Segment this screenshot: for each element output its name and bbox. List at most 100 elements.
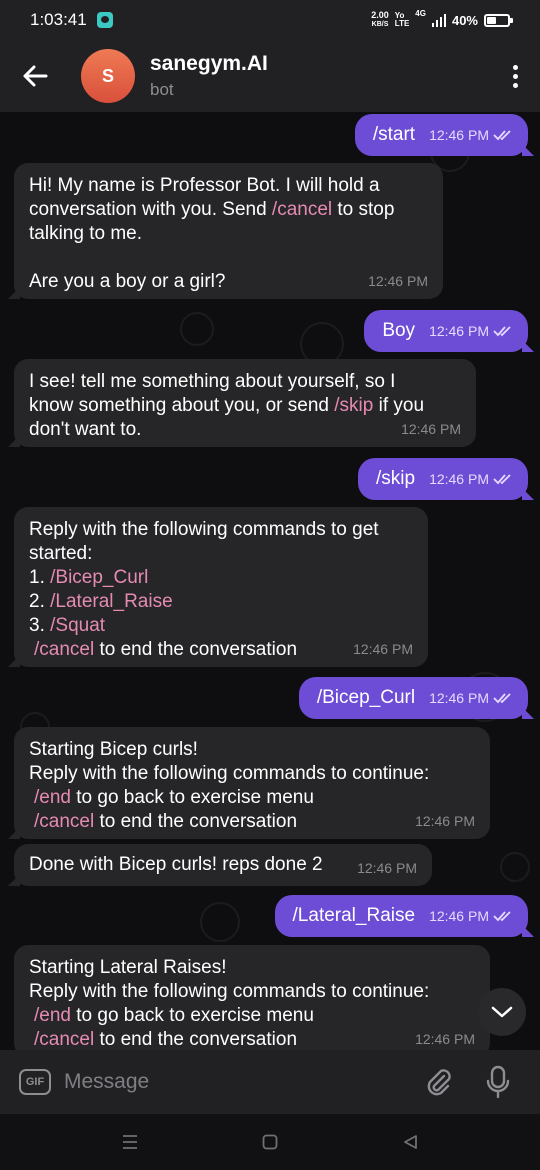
wallpaper-doodle (180, 312, 214, 346)
status-bar: 1:03:41 2.00 KB/S Yo LTE 4G 40% (0, 0, 540, 40)
battery-icon (484, 13, 513, 27)
system-nav-bar (0, 1114, 540, 1170)
volte-icon: Yo LTE (394, 11, 410, 28)
message-time: 12:46 PM (429, 127, 489, 143)
message-time: 12:46 PM (429, 690, 489, 706)
message-text: don't want to. (29, 419, 142, 440)
message-text: Reply with the following commands to con… (29, 981, 430, 1002)
message-text: Reply with the following commands to get (29, 519, 379, 540)
outgoing-message[interactable]: /Lateral_Raise 12:46 PM (274, 895, 528, 937)
outgoing-message[interactable]: /Bicep_Curl 12:46 PM (298, 677, 528, 719)
scroll-down-button[interactable] (478, 988, 526, 1036)
more-vertical-icon (512, 64, 518, 70)
message-text: Starting Lateral Raises! (29, 957, 227, 978)
message-text: Reply with the following commands to con… (29, 763, 430, 784)
command-link[interactable]: /cancel (272, 199, 332, 220)
command-link[interactable]: /Bicep_Curl (50, 567, 148, 588)
message-time: 12:46 PM (429, 471, 489, 487)
home-button[interactable] (250, 1122, 290, 1162)
message-text: to end the conversation (94, 811, 298, 832)
message-time: 12:46 PM (415, 1031, 475, 1047)
message-text: to go back to exercise menu (70, 787, 314, 808)
message-text: conversation with you. Send (29, 199, 272, 220)
list-number: 3. (29, 615, 51, 636)
notification-app-icon (96, 12, 113, 28)
outgoing-message[interactable]: Boy 12:46 PM (364, 310, 528, 352)
message-time: 12:46 PM (357, 860, 417, 876)
paperclip-icon (427, 1069, 451, 1096)
message-text: Starting Bicep curls! (29, 739, 198, 760)
message-text: /skip (375, 468, 416, 489)
back-button[interactable] (0, 40, 70, 112)
message-text: started: (29, 543, 93, 564)
avatar-letter: S (101, 65, 114, 86)
message-input-bar: GIF (0, 1050, 540, 1114)
message-text: /Bicep_Curl (316, 687, 416, 708)
network-speed-unit: KB/S (371, 21, 389, 28)
message-meta: 12:46 PM (429, 686, 513, 710)
command-link[interactable]: /Lateral_Raise (50, 591, 173, 612)
double-check-icon (493, 130, 511, 141)
voice-record-button[interactable] (478, 1059, 518, 1105)
more-options-button[interactable] (490, 40, 540, 112)
outgoing-message[interactable]: /start 12:46 PM (354, 114, 528, 156)
message-text: if you (373, 395, 425, 416)
list-number: 2. (29, 591, 51, 612)
status-time: 1:03:41 (30, 10, 87, 29)
message-text: to go back to exercise menu (70, 1005, 314, 1026)
command-link[interactable]: /cancel (34, 811, 94, 832)
command-link[interactable]: /cancel (34, 639, 94, 660)
chat-area[interactable]: /start 12:46 PM Hi! My name is Professor… (0, 112, 540, 1050)
message-meta: 12:46 PM (429, 467, 513, 491)
message-time: 12:46 PM (401, 421, 461, 437)
recents-icon (123, 1135, 137, 1149)
message-time: 12:46 PM (429, 908, 489, 924)
double-check-icon (493, 326, 511, 337)
double-check-icon (493, 474, 511, 485)
chat-subtitle: bot (150, 80, 174, 99)
back-triangle-icon (404, 1135, 417, 1149)
command-link[interactable]: /cancel (34, 1029, 94, 1050)
command-link[interactable]: /skip (334, 395, 373, 416)
network-speed-value: 2.00 (371, 10, 389, 20)
command-link[interactable]: /Squat (50, 615, 105, 636)
list-number: 1. (29, 567, 51, 588)
message-time: 12:46 PM (353, 641, 413, 657)
message-time: 12:46 PM (429, 323, 489, 339)
gif-button[interactable]: GIF (19, 1069, 51, 1095)
message-input[interactable] (64, 1060, 414, 1104)
wallpaper-doodle (200, 902, 240, 942)
message-text: to end the conversation (94, 639, 298, 660)
message-text: talking to me. (29, 223, 142, 244)
incoming-message[interactable]: Hi! My name is Professor Bot. I will hol… (14, 163, 443, 299)
attach-button[interactable] (416, 1059, 462, 1105)
double-check-icon (493, 693, 511, 704)
chat-header: S sanegym.AI bot (0, 40, 540, 112)
command-link[interactable]: /end (34, 787, 71, 808)
avatar[interactable]: S (81, 49, 135, 103)
message-text: /start (372, 124, 416, 145)
microphone-icon (486, 1065, 510, 1099)
incoming-message[interactable]: I see! tell me something about yourself,… (14, 359, 476, 447)
message-text: Boy (382, 320, 416, 341)
back-nav-button[interactable] (390, 1122, 430, 1162)
recents-button[interactable] (110, 1122, 150, 1162)
message-text: /Lateral_Raise (292, 905, 416, 926)
network-type: 4G (415, 9, 426, 18)
outgoing-message[interactable]: /skip 12:46 PM (357, 458, 528, 500)
wallpaper-doodle (500, 852, 530, 882)
message-text: know something about you, or send (29, 395, 335, 416)
chat-title-block[interactable]: sanegym.AI bot (150, 52, 268, 100)
incoming-message[interactable]: Starting Lateral Raises! Reply with the … (14, 945, 490, 1050)
message-text: to end the conversation (94, 1029, 298, 1050)
incoming-message[interactable]: Starting Bicep curls! Reply with the fol… (14, 727, 490, 839)
home-icon (262, 1134, 278, 1150)
chat-title: sanegym.AI (150, 52, 268, 75)
incoming-message[interactable]: Done with Bicep curls! reps done 2 12:46… (14, 844, 432, 886)
status-indicators: 2.00 KB/S Yo LTE 4G 40% (371, 9, 513, 29)
incoming-message[interactable]: Reply with the following commands to get… (14, 507, 428, 667)
message-time: 12:46 PM (415, 813, 475, 829)
battery-percent: 40% (451, 12, 478, 28)
command-link[interactable]: /end (34, 1005, 71, 1026)
gif-label: GIF (25, 1076, 45, 1088)
